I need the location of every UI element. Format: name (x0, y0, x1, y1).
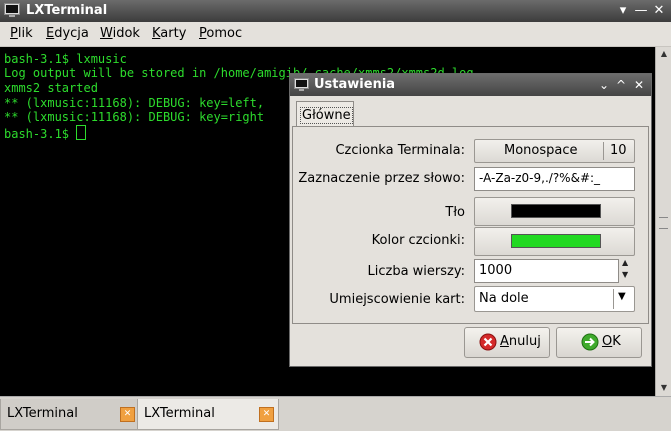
background-label: Tło (445, 205, 465, 220)
settings-page: Czcionka Terminala: Monospace 10 Zaznacz… (292, 126, 649, 324)
dialog-title-bar[interactable]: Ustawienia ⌄ ^ ✕ (290, 74, 651, 96)
text-cursor (76, 125, 87, 140)
scroll-thumb[interactable] (659, 217, 668, 229)
terminal-line: ** (lxmusic:11168): DEBUG: key=left, (4, 96, 272, 110)
shade-button[interactable]: ▾ (614, 2, 632, 20)
background-color-button[interactable] (474, 197, 635, 226)
tab-position-select[interactable]: Na dole ▼ (474, 286, 635, 312)
terminal-line: xmms2 started (4, 81, 98, 95)
tab-label: LXTerminal (7, 406, 78, 421)
terminal-line: bash-3.1$ lxmusic (4, 52, 127, 66)
spin-down-icon[interactable]: ▼ (622, 270, 628, 280)
terminal-app-icon (4, 3, 20, 17)
font-color-label: Kolor czcionki: (371, 233, 465, 248)
dialog-shade-button[interactable]: ⌄ (596, 76, 612, 94)
dialog-title: Ustawienia (314, 77, 396, 92)
selection-label: Zaznaczenie przez słowo: (298, 171, 465, 186)
dialog-close-button[interactable]: ✕ (631, 76, 647, 94)
terminal-line: ** (lxmusic:11168): DEBUG: key=right (4, 110, 265, 124)
chevron-down-icon: ▼ (618, 291, 626, 302)
menu-plik[interactable]: Plik (10, 26, 33, 41)
font-label: Czcionka Terminala: (335, 143, 465, 158)
font-color-swatch (511, 234, 601, 248)
divider (613, 289, 614, 309)
settings-dialog: Ustawienia ⌄ ^ ✕ Główne Czcionka Termina… (289, 73, 652, 367)
font-color-button[interactable] (474, 227, 635, 256)
minimize-button[interactable]: — (632, 2, 650, 20)
scrollback-input[interactable]: 1000 (474, 259, 619, 283)
tab-position-label: Umiejscowienie kart: (329, 292, 465, 307)
menu-edycja[interactable]: Edycja (46, 26, 89, 41)
close-button[interactable]: ✕ (650, 2, 668, 20)
font-size: 10 (610, 143, 627, 158)
menu-bar: Plik Edycja Widok Karty Pomoc (0, 22, 671, 47)
background-color-swatch (511, 204, 601, 218)
menu-widok[interactable]: Widok (100, 26, 140, 41)
scroll-down-arrow-icon[interactable]: ▼ (656, 381, 671, 395)
font-picker-button[interactable]: Monospace 10 (474, 139, 635, 163)
tab-label: Główne (300, 107, 353, 124)
scroll-up-arrow-icon[interactable]: ▲ (656, 47, 671, 61)
dialog-maximize-button[interactable]: ^ (613, 76, 629, 94)
cancel-button[interactable]: Anuluj (464, 327, 550, 358)
tab-bar: LXTerminal ✕ LXTerminal ✕ (0, 396, 671, 431)
menu-karty[interactable]: Karty (152, 26, 186, 41)
tab-lxterminal-1[interactable]: LXTerminal ✕ (0, 399, 138, 430)
terminal-app-icon (294, 78, 309, 91)
main-title-bar[interactable]: LXTerminal ▾ — ✕ (0, 0, 671, 22)
ok-icon (581, 333, 599, 351)
font-name: Monospace (504, 143, 578, 158)
word-chars-input[interactable]: -A-Za-z0-9,./?%&#:_ (474, 167, 635, 191)
menu-pomoc[interactable]: Pomoc (199, 26, 242, 41)
ok-button[interactable]: OK (556, 327, 642, 358)
tab-label: LXTerminal (144, 406, 215, 421)
cancel-icon (479, 333, 497, 351)
terminal-prompt-line: bash-3.1$ (4, 125, 87, 141)
spin-up-icon[interactable]: ▲ (622, 258, 628, 268)
divider (603, 142, 604, 160)
vertical-scrollbar[interactable]: ▲ ▼ (655, 47, 671, 396)
tab-lxterminal-2[interactable]: LXTerminal ✕ (137, 399, 279, 430)
window-title: LXTerminal (26, 3, 108, 18)
tab-close-icon[interactable]: ✕ (120, 407, 135, 422)
tab-close-icon[interactable]: ✕ (259, 407, 274, 422)
scrollback-label: Liczba wierszy: (367, 264, 466, 279)
tab-glowne[interactable]: Główne (296, 101, 354, 127)
